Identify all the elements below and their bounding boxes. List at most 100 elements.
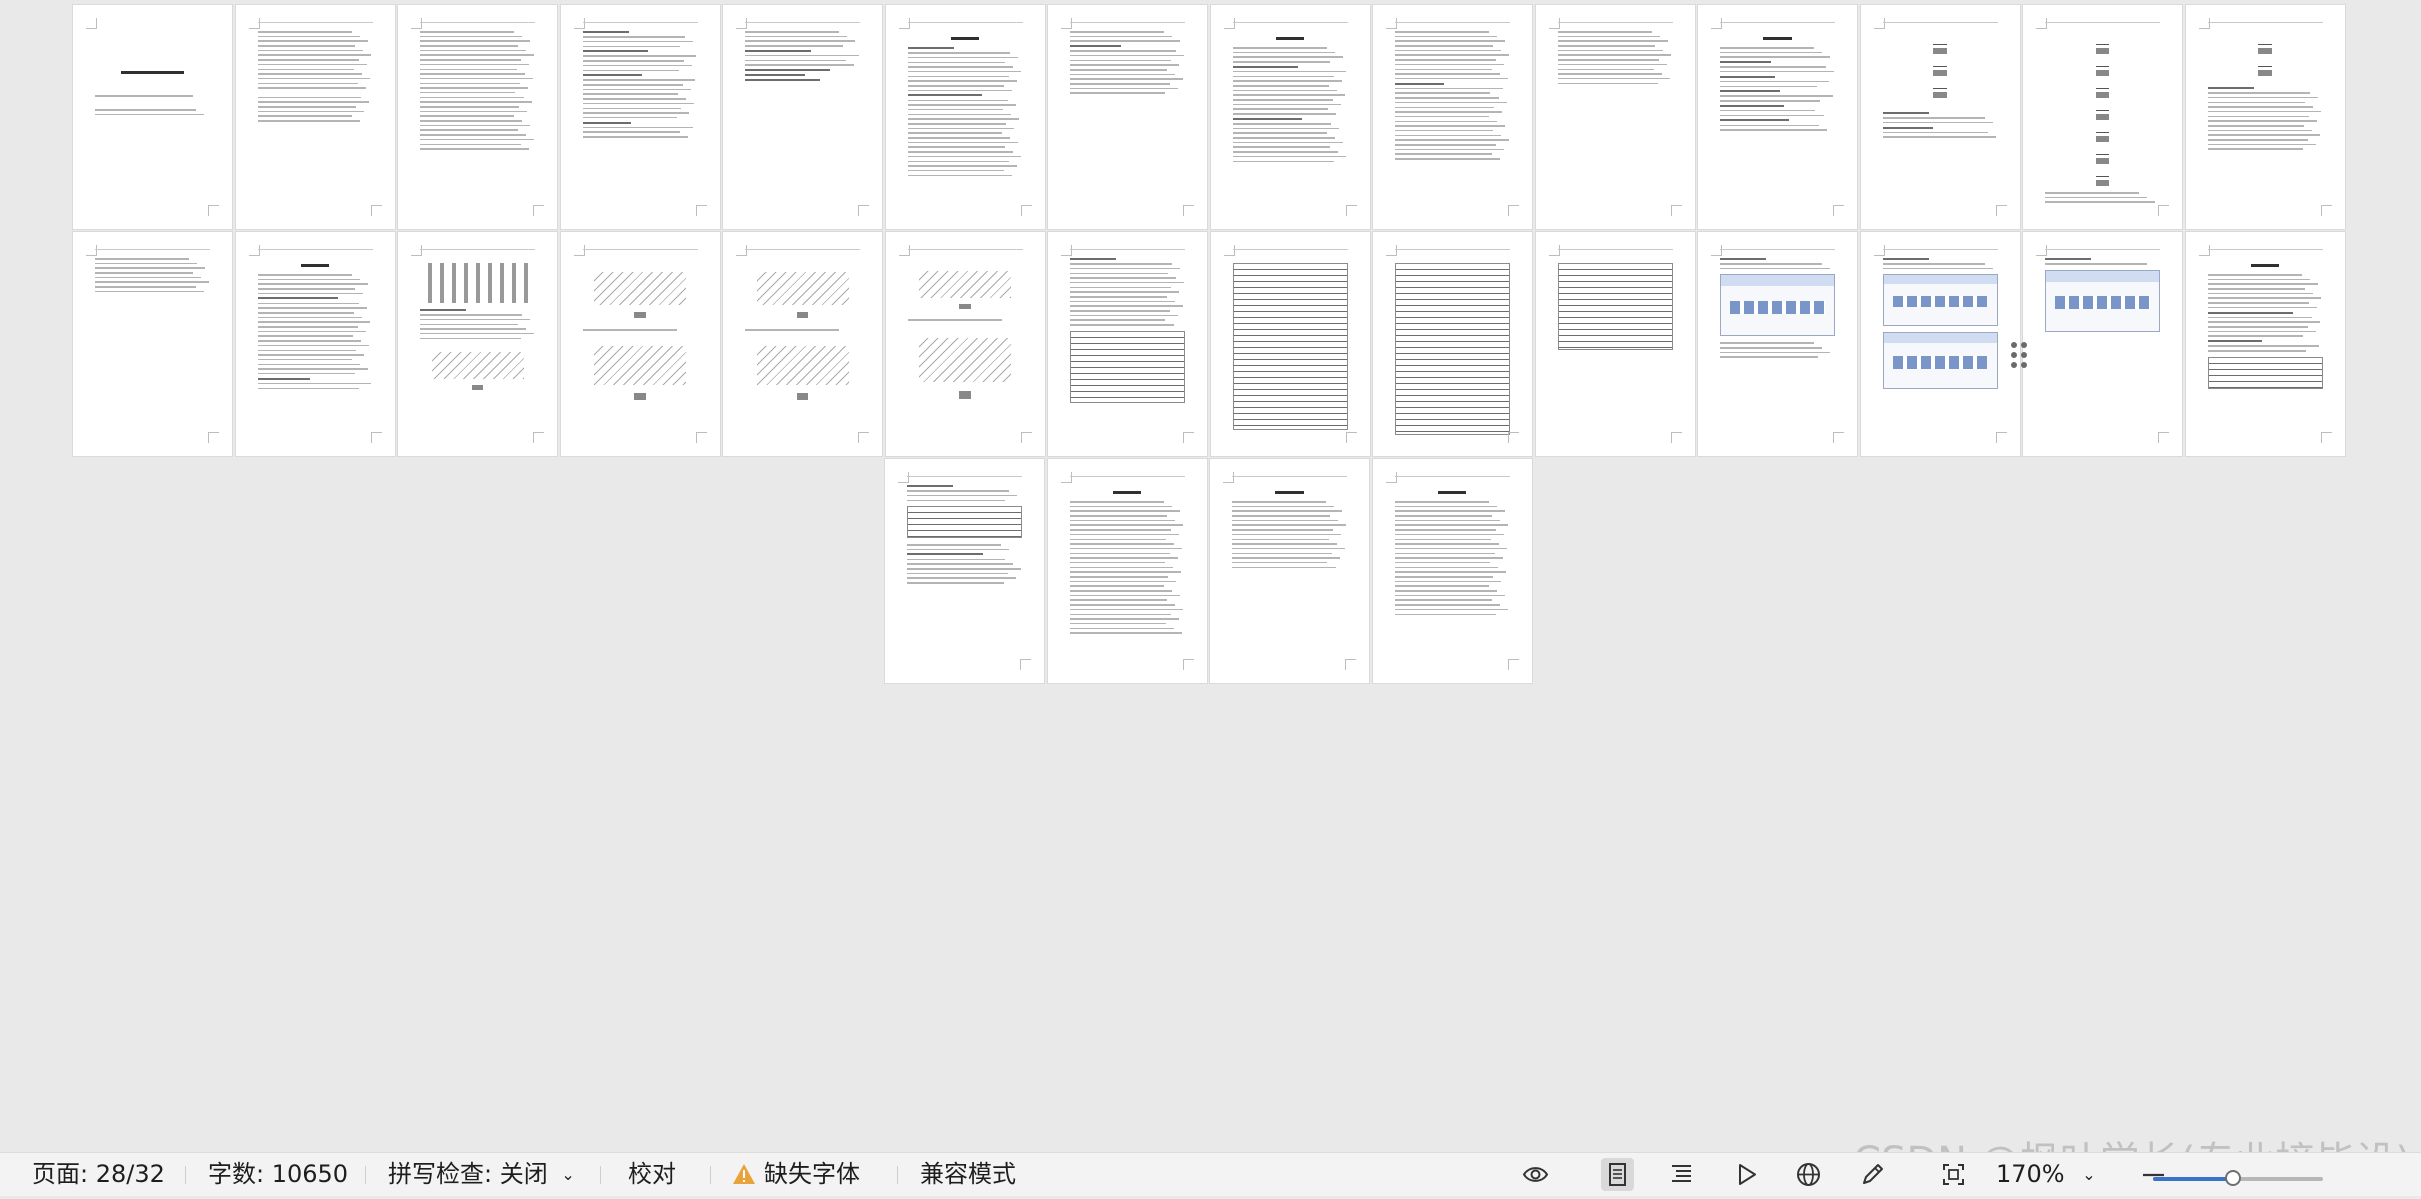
page-body (2045, 258, 2160, 430)
fit-window-icon[interactable] (1940, 1161, 1967, 1188)
text-line (1232, 123, 1332, 125)
text-line (257, 312, 355, 314)
page-thumbnail[interactable] (1373, 5, 1532, 229)
page-body (582, 31, 698, 203)
page-header-rule (420, 22, 535, 23)
page-body (1720, 258, 1835, 430)
text-line (1557, 31, 1652, 33)
page-thumbnail[interactable] (2023, 232, 2182, 456)
page-thumbnail[interactable] (1210, 232, 1370, 456)
page-thumbnail[interactable] (1048, 5, 1207, 229)
page-thumbnail[interactable] (398, 232, 557, 456)
text-line (1720, 85, 1817, 87)
text-line (1069, 618, 1179, 620)
zoom-slider[interactable] (2153, 1170, 2323, 1186)
page-thumbnail[interactable] (560, 5, 720, 229)
page-thumbnail[interactable] (1372, 459, 1532, 683)
text-line (1720, 95, 1833, 97)
page-view-icon[interactable] (1601, 1158, 1634, 1191)
text-line (1395, 148, 1505, 151)
page-thumbnail[interactable] (1860, 232, 2020, 456)
text-line (907, 132, 1002, 134)
page-thumbnail[interactable] (885, 459, 1044, 683)
text-line (420, 309, 466, 311)
page-thumbnail[interactable] (1210, 459, 1369, 683)
page-thumbnail[interactable] (1535, 232, 1695, 456)
text-line (582, 69, 680, 71)
page-body (907, 485, 1022, 657)
page-thumbnail[interactable] (73, 5, 232, 229)
page-thumbnail[interactable] (885, 232, 1045, 456)
text-line (582, 88, 691, 91)
page-body (745, 31, 860, 203)
page-thumbnail[interactable] (235, 232, 395, 456)
text-line (907, 548, 1010, 551)
pen-icon[interactable] (1859, 1161, 1886, 1188)
page-body (1557, 258, 1673, 430)
page-thumbnail[interactable] (73, 232, 232, 456)
text-line (1232, 108, 1328, 110)
drag-handle[interactable] (2011, 342, 2029, 368)
page-thumbnail[interactable] (398, 5, 557, 229)
zoom-slider-thumb[interactable] (2224, 1170, 2241, 1186)
text-line (1394, 510, 1505, 512)
globe-icon[interactable] (1795, 1161, 1822, 1188)
text-line (1720, 347, 1823, 349)
text-line (420, 35, 523, 38)
text-line (1557, 68, 1655, 70)
page-thumbnail[interactable] (1048, 232, 1207, 456)
eye-icon[interactable] (1522, 1161, 1549, 1188)
text-line (257, 68, 355, 70)
page-thumbnail[interactable] (1047, 459, 1207, 683)
page-thumbnail[interactable] (235, 5, 395, 229)
text-line (1070, 277, 1176, 279)
page-thumbnail[interactable] (1698, 5, 1857, 229)
page-thumbnail[interactable] (1860, 5, 2020, 229)
missing-fonts-button[interactable]: 缺失字体 (732, 1153, 860, 1196)
text-line (2045, 201, 2156, 203)
text-line (420, 148, 530, 150)
page-thumbnail[interactable] (560, 232, 720, 456)
document-canvas[interactable] (0, 0, 2421, 1152)
text-line (1720, 61, 1771, 64)
divider (897, 1166, 898, 1184)
text-line (420, 129, 518, 131)
text-line (1882, 112, 1929, 114)
diagram-figure (745, 263, 860, 323)
text-line (907, 544, 1002, 546)
text-line (257, 349, 357, 351)
diagram-figure (420, 263, 535, 303)
text-line (1232, 547, 1345, 550)
text-line (1394, 529, 1496, 531)
page-header-rule (907, 476, 1022, 477)
spell-check-toggle[interactable]: 拼写检查: 关闭 ⌄ (388, 1153, 575, 1196)
text-line (1070, 64, 1180, 66)
word-count[interactable]: 字数: 10650 (208, 1153, 348, 1196)
outline-icon[interactable] (1668, 1161, 1695, 1188)
text-line (582, 107, 682, 109)
page-thumbnail[interactable] (885, 5, 1045, 229)
page-thumbnail[interactable] (1535, 5, 1695, 229)
proofread-button[interactable]: 校对 (628, 1153, 676, 1196)
text-line (1395, 31, 1490, 33)
page-thumbnail[interactable] (2185, 5, 2345, 229)
zoom-level[interactable]: 170% ⌄ (1996, 1153, 2096, 1196)
page-thumbnail[interactable] (2023, 5, 2182, 229)
zoom-out-icon[interactable] (2140, 1161, 2167, 1188)
warning-icon (732, 1156, 756, 1199)
text-line (257, 335, 353, 337)
text-line (95, 113, 205, 116)
page-thumbnail[interactable] (1698, 232, 1857, 456)
text-line (1232, 117, 1302, 120)
page-thumbnail[interactable] (2185, 232, 2345, 456)
page-thumbnail[interactable] (1210, 5, 1370, 229)
text-line (1070, 92, 1166, 94)
play-icon[interactable] (1733, 1161, 1760, 1188)
text-line (1232, 113, 1336, 115)
text-line (257, 354, 365, 356)
page-thumbnail[interactable] (723, 5, 882, 229)
page-thumbnail[interactable] (723, 232, 882, 456)
text-line (1070, 50, 1176, 52)
page-thumbnail[interactable] (1373, 232, 1532, 456)
page-indicator[interactable]: 页面: 28/32 (32, 1153, 165, 1196)
